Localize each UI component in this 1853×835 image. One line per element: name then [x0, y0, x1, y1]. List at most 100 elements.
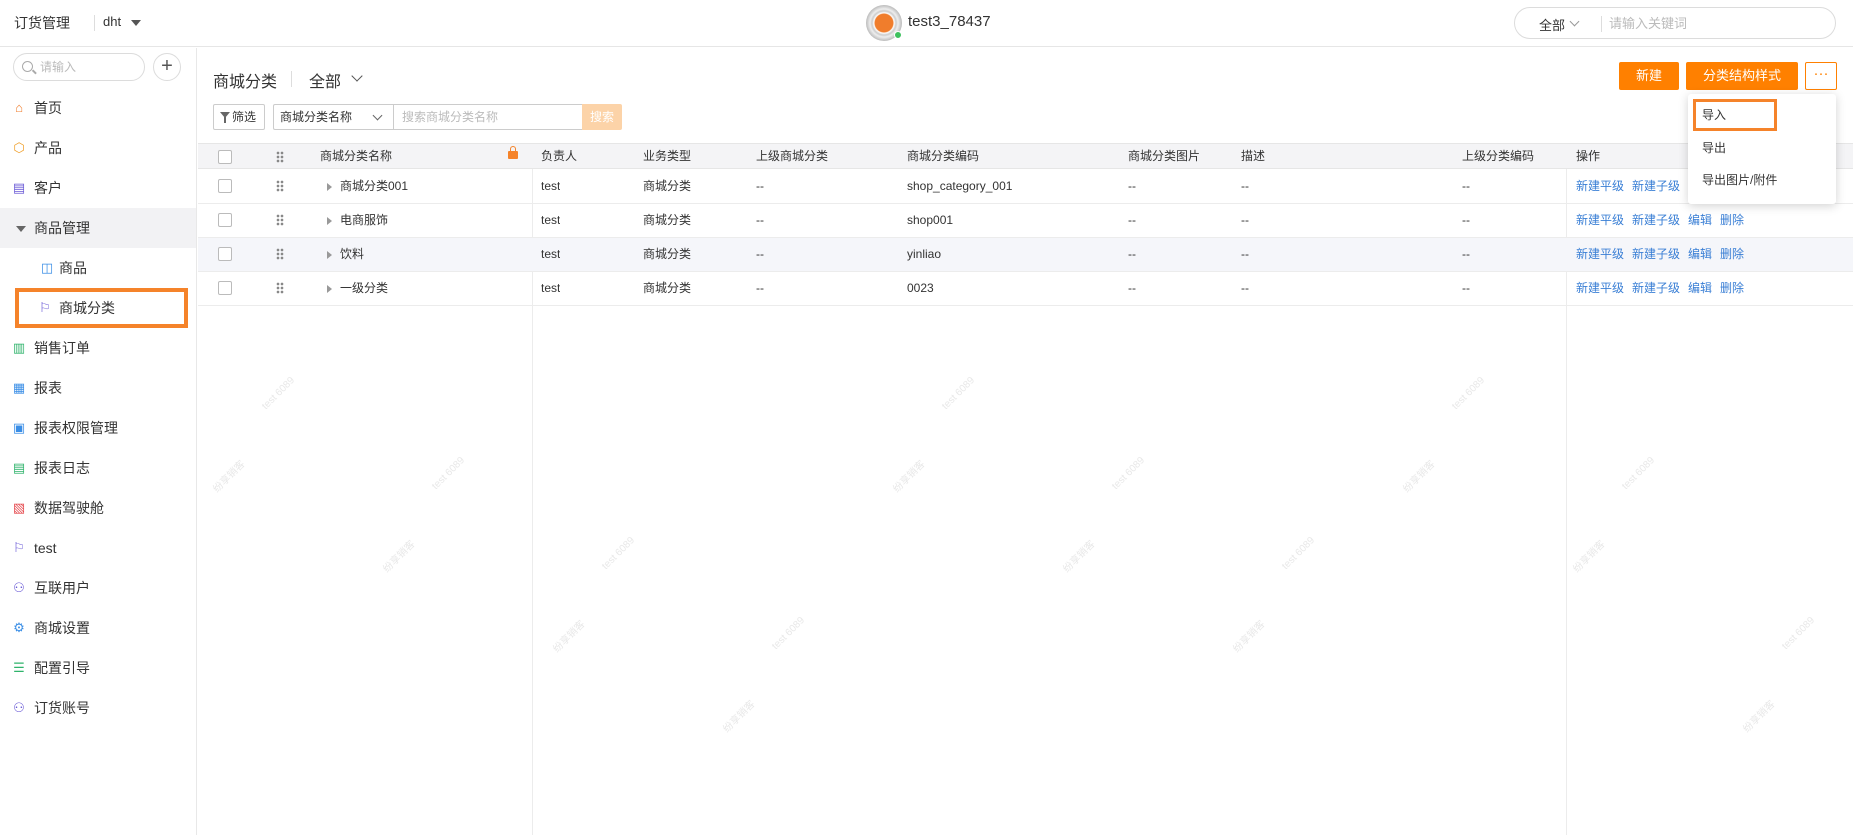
sidebar-item-product[interactable]: ⬡ 产品	[0, 128, 196, 168]
chevron-down-icon[interactable]	[351, 70, 363, 82]
row-checkbox[interactable]	[218, 213, 232, 227]
column-header[interactable]: 负责人	[541, 144, 577, 168]
menu-item-export-images[interactable]: 导出图片/附件	[1688, 164, 1836, 196]
sidebar-item-test[interactable]: ⚐ test	[0, 528, 196, 568]
tenant-switcher[interactable]: dht	[103, 14, 121, 29]
new-button[interactable]: 新建	[1619, 62, 1679, 90]
sidebar-group-goods-management[interactable]: 商品管理	[0, 208, 196, 248]
new-sibling-link[interactable]: 新建平级	[1576, 213, 1624, 227]
chevron-down-icon[interactable]	[1569, 16, 1580, 27]
category-structure-button[interactable]: 分类结构样式	[1686, 62, 1798, 90]
delete-link[interactable]: 删除	[1720, 213, 1744, 227]
column-header[interactable]: 商城分类图片	[1128, 144, 1200, 168]
column-header[interactable]: 上级商城分类	[756, 144, 828, 168]
filter-button[interactable]: 筛选	[213, 104, 265, 130]
sidebar-item-label: 数据驾驶舱	[34, 500, 104, 516]
table-row[interactable]: 电商服饰 test 商城分类 -- shop001 -- -- -- 新建平级新…	[198, 204, 1853, 238]
lock-icon[interactable]	[508, 146, 518, 159]
new-sibling-link[interactable]: 新建平级	[1576, 179, 1624, 193]
divider	[291, 71, 292, 87]
box-icon: ⬡	[13, 140, 25, 155]
column-header[interactable]: 商城分类编码	[907, 144, 979, 168]
global-search-input[interactable]	[1609, 12, 1819, 34]
delete-link[interactable]: 删除	[1720, 247, 1744, 261]
view-scope-select[interactable]: 全部	[309, 68, 341, 92]
sidebar-item-mall-category[interactable]: ⚐ 商城分类	[15, 288, 188, 328]
table-row[interactable]: 饮料 test 商城分类 -- yinliao -- -- -- 新建平级 新建子…	[198, 238, 1853, 272]
search-field-label: 商城分类名称	[280, 110, 353, 124]
drag-handle-icon[interactable]	[276, 214, 284, 226]
sidebar-search-input[interactable]	[40, 58, 140, 76]
owner-cell: test	[541, 213, 561, 227]
search-icon	[22, 61, 33, 72]
expand-icon[interactable]	[327, 285, 332, 293]
online-status-icon	[894, 31, 902, 39]
new-child-link[interactable]: 新建子级	[1632, 247, 1680, 261]
sidebar-item-sales-order[interactable]: ▥ 销售订单	[0, 328, 196, 368]
sidebar-item-mall-settings[interactable]: ⚙ 商城设置	[0, 608, 196, 648]
signpost-icon: ☰	[13, 660, 25, 675]
sidebar-item-customer[interactable]: ▤ 客户	[0, 168, 196, 208]
more-button[interactable]: ···	[1805, 62, 1837, 90]
edit-link[interactable]: 编辑	[1688, 281, 1712, 295]
caret-down-icon[interactable]	[131, 20, 141, 26]
category-search-input[interactable]	[393, 104, 583, 130]
chevron-down-icon	[372, 110, 383, 121]
sidebar-item-label: 产品	[34, 140, 62, 156]
column-header[interactable]: 上级分类编码	[1462, 144, 1534, 168]
table-row[interactable]: 商城分类001 test 商城分类 -- shop_category_001 -…	[198, 170, 1853, 204]
watermark: test 6089	[600, 535, 638, 572]
app-title[interactable]: 订货管理	[14, 13, 70, 33]
row-checkbox[interactable]	[218, 281, 232, 295]
search-button[interactable]: 搜索	[582, 104, 622, 130]
parent-cell: --	[756, 247, 764, 261]
sidebar-item-config-guide[interactable]: ☰ 配置引导	[0, 648, 196, 688]
search-scope-select[interactable]: 全部	[1539, 15, 1565, 34]
new-child-link[interactable]: 新建子级	[1632, 281, 1680, 295]
edit-link[interactable]: 编辑	[1688, 247, 1712, 261]
drag-handle-icon[interactable]	[276, 180, 284, 192]
category-name[interactable]: 饮料	[340, 238, 364, 271]
new-sibling-link[interactable]: 新建平级	[1576, 247, 1624, 261]
expand-icon[interactable]	[327, 251, 332, 259]
column-header[interactable]: 业务类型	[643, 144, 691, 168]
new-child-link[interactable]: 新建子级	[1632, 213, 1680, 227]
sidebar-item-home[interactable]: ⌂ 首页	[0, 88, 196, 128]
row-checkbox[interactable]	[218, 247, 232, 261]
sidebar-item-report-permission[interactable]: ▣ 报表权限管理	[0, 408, 196, 448]
sidebar-item-label: 互联用户	[34, 580, 90, 596]
new-child-link[interactable]: 新建子级	[1632, 179, 1680, 193]
sidebar-item-connected-users[interactable]: ⚇ 互联用户	[0, 568, 196, 608]
avatar[interactable]	[866, 5, 902, 41]
new-sibling-link[interactable]: 新建平级	[1576, 281, 1624, 295]
sidebar-item-data-cockpit[interactable]: ▧ 数据驾驶舱	[0, 488, 196, 528]
menu-item-import[interactable]: 导入	[1693, 99, 1777, 131]
add-menu-button[interactable]: +	[153, 53, 181, 81]
category-name[interactable]: 一级分类	[340, 272, 388, 305]
column-header[interactable]: 描述	[1241, 144, 1265, 168]
drag-handle-icon[interactable]	[276, 282, 284, 294]
drag-handle-icon[interactable]	[276, 248, 284, 260]
sidebar-item-goods[interactable]: ◫ 商品	[0, 248, 196, 288]
sidebar-item-label: test	[34, 540, 57, 556]
category-name[interactable]: 电商服饰	[340, 204, 388, 237]
expand-icon[interactable]	[327, 217, 332, 225]
user-name[interactable]: test3_78437	[908, 13, 991, 30]
sidebar-item-report[interactable]: ▦ 报表	[0, 368, 196, 408]
top-bar: 订货管理 dht test3_78437 全部	[0, 0, 1853, 47]
expand-icon[interactable]	[327, 183, 332, 191]
search-field-select[interactable]: 商城分类名称	[273, 104, 393, 130]
category-name[interactable]: 商城分类001	[340, 170, 408, 203]
sidebar-item-report-log[interactable]: ▤ 报表日志	[0, 448, 196, 488]
sidebar-item-order-account[interactable]: ⚇ 订货账号	[0, 688, 196, 728]
menu-item-export[interactable]: 导出	[1688, 132, 1836, 164]
desc-cell: --	[1241, 179, 1249, 193]
column-header[interactable]: 商城分类名称	[320, 144, 392, 168]
code-cell: 0023	[907, 281, 934, 295]
select-all-checkbox[interactable]	[218, 150, 232, 164]
table-row[interactable]: 一级分类 test 商城分类 -- 0023 -- -- -- 新建平级 新建子级…	[198, 272, 1853, 306]
edit-link[interactable]: 编辑	[1688, 213, 1712, 227]
delete-link[interactable]: 删除	[1720, 281, 1744, 295]
actions-cell: 新建平级 新建子级	[1576, 170, 1688, 203]
row-checkbox[interactable]	[218, 179, 232, 193]
